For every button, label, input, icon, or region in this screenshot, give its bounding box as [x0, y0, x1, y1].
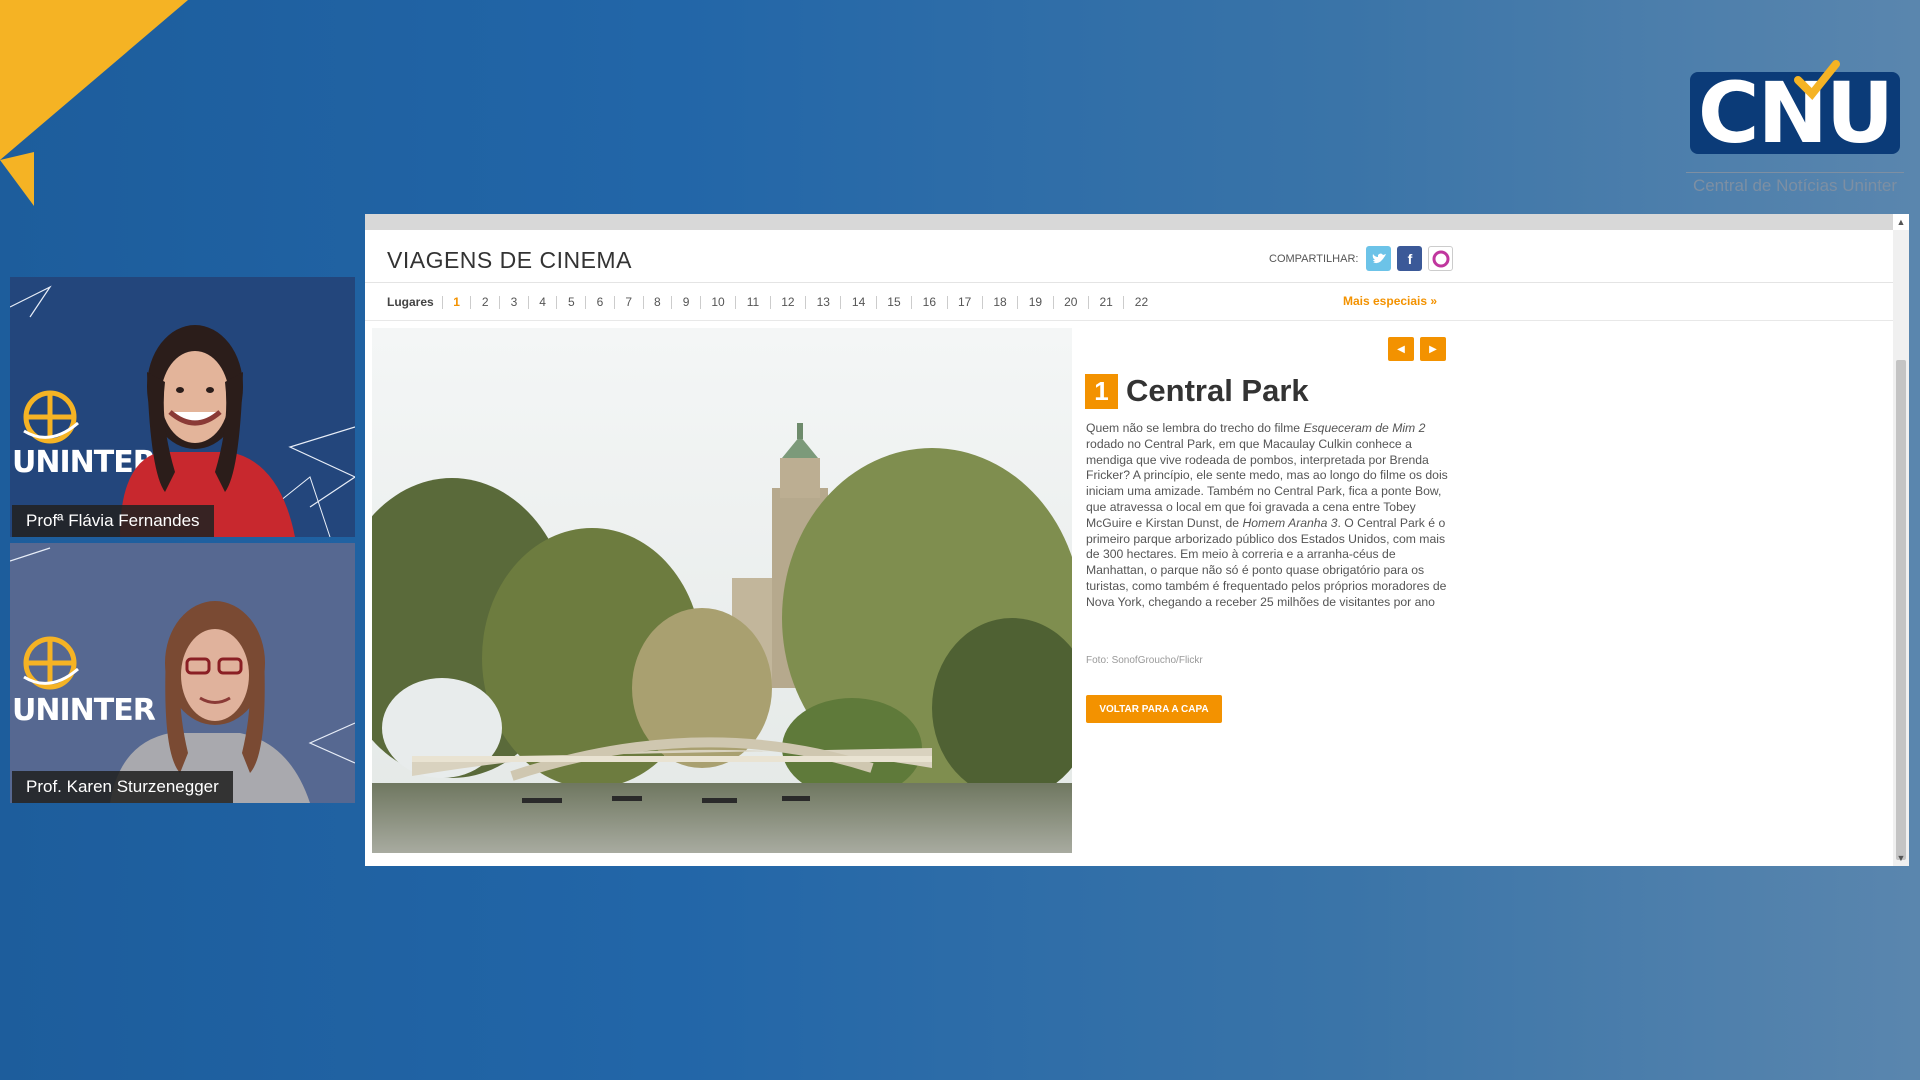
scroll-thumb[interactable]	[1896, 360, 1906, 860]
twitter-icon[interactable]	[1366, 246, 1392, 271]
share-bar: COMPARTILHAR: f	[1269, 246, 1454, 271]
item-pagination: ◀ ▶	[1388, 337, 1446, 361]
nav-item-9[interactable]: 9	[671, 295, 700, 309]
item-heading: 1 Central Park	[1085, 373, 1309, 409]
nav-item-6[interactable]: 6	[585, 295, 614, 309]
nav-item-4[interactable]: 4	[527, 295, 557, 309]
shared-screen-browser: VIAGENS DE CINEMA COMPARTILHAR: f Lugare…	[365, 214, 1909, 866]
nav-item-8[interactable]: 8	[642, 295, 672, 309]
nav-item-16[interactable]: 16	[911, 295, 946, 309]
item-description: Quem não se lembra do trecho do filme Es…	[1086, 421, 1452, 611]
scroll-down-icon[interactable]: ▼	[1893, 850, 1909, 866]
nav-item-7[interactable]: 7	[613, 295, 643, 309]
item-text-movie-title: Esqueceram de Mim 2	[1303, 421, 1426, 435]
share-icon[interactable]	[1428, 246, 1454, 271]
participant-video-1	[120, 325, 295, 537]
cnu-logo: CNU Central de Notícias Uninter	[1686, 60, 1904, 195]
nav-item-22[interactable]: 22	[1123, 295, 1158, 309]
central-park-photo	[372, 328, 1072, 853]
nav-item-11[interactable]: 11	[735, 295, 769, 309]
page-title: VIAGENS DE CINEMA	[387, 247, 632, 273]
nav-item-2[interactable]: 2	[470, 295, 499, 309]
nav-item-18[interactable]: 18	[981, 295, 1017, 309]
participant-name-1: Profª Flávia Fernandes	[12, 505, 214, 537]
more-specials-link[interactable]: Mais especiais »	[1343, 294, 1437, 308]
item-text-movie-title: Homem Aranha 3	[1242, 515, 1338, 530]
nav-item-12[interactable]: 12	[769, 295, 805, 309]
nav-divider	[365, 320, 1893, 321]
nav-item-13[interactable]: 13	[805, 295, 840, 309]
share-label: COMPARTILHAR:	[1269, 252, 1359, 265]
browser-topbar	[365, 214, 1909, 230]
nav-label: Lugares	[387, 295, 434, 309]
nav-item-17[interactable]: 17	[946, 295, 982, 309]
participant-name-2: Prof. Karen Sturzenegger	[12, 771, 233, 803]
facebook-icon[interactable]: f	[1397, 246, 1423, 271]
back-to-cover-button[interactable]: VOLTAR PARA A CAPA	[1086, 695, 1222, 723]
nav-item-20[interactable]: 20	[1052, 295, 1088, 309]
photo-credit: Foto: SonofGroucho/Flickr	[1086, 655, 1203, 666]
title-divider	[365, 282, 1893, 283]
logo-check-icon	[1794, 60, 1840, 100]
participant-tile-2[interactable]: UNINTER Prof. Karen Sturzenegger	[10, 543, 355, 803]
item-title: Central Park	[1126, 373, 1309, 408]
places-nav: Lugares 1 2 3 4 5 6 7 8 9 10 11 12 13 14 15 16 17 18 19 20 2…	[387, 292, 1159, 312]
participant-video-2	[110, 601, 310, 803]
item-number-badge: 1	[1085, 373, 1118, 409]
corner-decoration	[0, 0, 188, 206]
item-text-part: Quem não se lembra do trecho do filme	[1086, 421, 1304, 435]
nav-item-5[interactable]: 5	[556, 295, 585, 309]
nav-item-10[interactable]: 10	[699, 295, 735, 309]
vertical-scrollbar[interactable]: ▲ ▼	[1893, 214, 1909, 866]
nav-item-19[interactable]: 19	[1017, 295, 1052, 309]
arrow-right-icon[interactable]: ▶	[1420, 337, 1446, 361]
participant-tile-1[interactable]: UNINTER Profª Flávia Fernandes	[10, 277, 355, 537]
nav-item-14[interactable]: 14	[840, 295, 875, 309]
nav-item-15[interactable]: 15	[875, 295, 911, 309]
nav-item-1[interactable]: 1	[441, 295, 471, 309]
arrow-left-icon[interactable]: ◀	[1388, 337, 1414, 361]
scroll-up-icon[interactable]: ▲	[1893, 214, 1909, 230]
logo-subtitle: Central de Notícias Uninter	[1686, 172, 1904, 196]
nav-item-3[interactable]: 3	[499, 295, 528, 309]
nav-item-21[interactable]: 21	[1087, 295, 1123, 309]
